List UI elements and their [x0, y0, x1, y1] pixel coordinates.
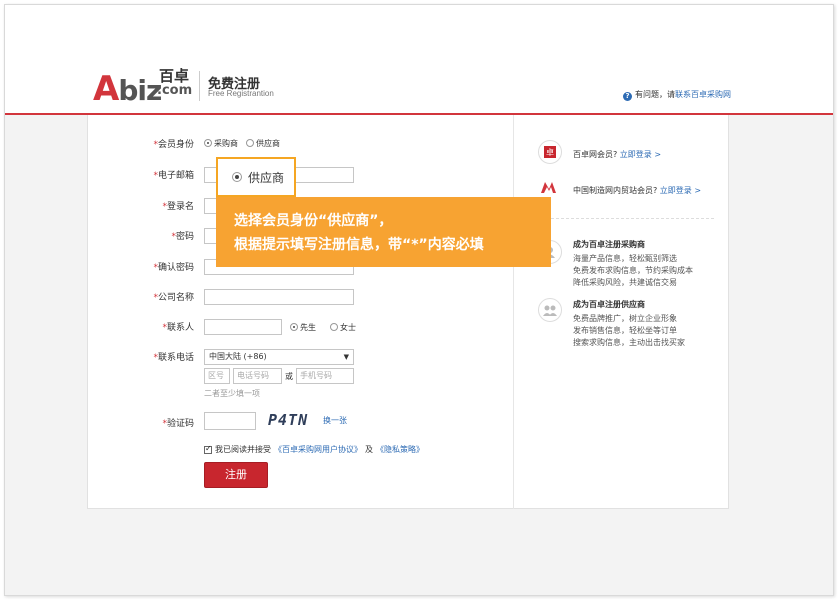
buyer-line: 海量产品信息，轻松甄别筛选: [573, 254, 677, 263]
sidebar-separator: [536, 218, 714, 219]
made-in-china-icon: [538, 175, 562, 199]
supplier-line: 免费品牌推广，树立企业形象: [573, 314, 677, 323]
mic-member-text: 中国制造网内贸站会员?: [573, 186, 658, 195]
phone-number-field[interactable]: 电话号码: [233, 368, 282, 384]
radio-mr[interactable]: 先生: [290, 322, 316, 333]
contact-link[interactable]: 联系百卓采购网: [675, 90, 731, 99]
company-label: *公司名称: [124, 290, 194, 303]
buyer-line: 免费发布求购信息，节约采购成本: [573, 266, 693, 275]
help-contact: ? 有问题，请联系百卓采购网: [623, 89, 731, 101]
radio-icon: [232, 172, 242, 182]
radio-ms-label: 女士: [340, 323, 356, 332]
login-label: *登录名: [124, 199, 194, 212]
company-field[interactable]: [204, 289, 354, 305]
phone-hint: 二者至少填一项: [204, 389, 260, 398]
email-label: *电子邮箱: [124, 168, 194, 181]
email-label-text: 电子邮箱: [157, 171, 194, 181]
privacy-policy-link[interactable]: 《隐私策略》: [376, 444, 424, 455]
captcha-field[interactable]: [204, 412, 256, 430]
area-code-field[interactable]: 区号: [204, 368, 230, 384]
sidebar-divider: [513, 115, 514, 509]
contact-label: *联系人: [124, 320, 194, 333]
abiz-login-link[interactable]: 立即登录 >: [620, 150, 661, 159]
confirm-password-label: *确认密码: [124, 260, 194, 273]
supplier-callout: 供应商: [216, 157, 296, 197]
radio-icon: [204, 139, 212, 147]
question-icon: ?: [623, 92, 632, 101]
member-type-text: 会员身份: [157, 140, 194, 150]
logo-letter-a: A: [93, 69, 119, 109]
password-label-text: 密码: [175, 232, 194, 242]
callout-line2: 根据提示填写注册信息，带“*”内容必填: [234, 237, 484, 253]
phone-label: *联系电话: [124, 350, 194, 363]
radio-supplier[interactable]: 供应商: [246, 138, 280, 149]
radio-icon: [330, 323, 338, 331]
radio-buyer[interactable]: 采购商: [204, 138, 238, 149]
agree-prefix: 我已阅读并接受: [215, 445, 271, 454]
radio-mr-label: 先生: [300, 323, 316, 332]
agree-mid: 及: [365, 445, 373, 454]
header: Abiz 百卓 .com 免费注册 Free Registrantion ? 有问…: [5, 5, 833, 115]
supplier-callout-inner: 供应商: [218, 159, 294, 195]
registration-panel: *会员身份 采购商 供应商 *电子邮箱 *登录名 *密码 *确认密码 *公司名称…: [87, 115, 729, 509]
member-type-radios: 采购商 供应商: [204, 138, 280, 149]
logo-letters-biz: biz: [118, 74, 162, 107]
abiz-member-icon: 卓: [538, 140, 562, 164]
mobile-field[interactable]: 手机号码: [296, 368, 354, 384]
supplier-line: 搜索求购信息，主动出击找买家: [573, 338, 685, 347]
user-agreement-link[interactable]: 《百卓采购网用户协议》: [274, 444, 362, 455]
gender-radios: 先生 女士: [290, 322, 356, 333]
confirm-password-text: 确认密码: [157, 263, 194, 273]
radio-supplier-label: 供应商: [256, 139, 280, 148]
captcha-label-text: 验证码: [166, 419, 194, 429]
captcha-image[interactable]: P4TN: [268, 411, 308, 429]
member-type-label: *会员身份: [124, 137, 194, 150]
radio-ms[interactable]: 女士: [330, 322, 356, 333]
agree-checkbox[interactable]: [204, 444, 212, 454]
page-subtitle: Free Registrantion: [208, 89, 274, 98]
radio-buyer-label: 采购商: [214, 139, 238, 148]
login-label-text: 登录名: [166, 202, 194, 212]
callout-supplier-label: 供应商: [248, 170, 285, 185]
country-code-value: 中国大陆 (+86): [209, 352, 267, 361]
buyer-line: 降低采购风险，共建诚信交易: [573, 278, 677, 287]
company-label-text: 公司名称: [157, 293, 194, 303]
register-button[interactable]: 注册: [204, 462, 268, 488]
country-code-select[interactable]: 中国大陆 (+86) ▼: [204, 349, 354, 365]
agreement: 我已阅读并接受 《百卓采购网用户协议》 及 《隐私策略》: [204, 444, 424, 455]
help-prefix: 有问题，请: [635, 90, 675, 99]
captcha-label: *验证码: [124, 416, 194, 429]
supplier-title: 成为百卓注册供应商: [573, 300, 645, 309]
radio-icon: [246, 139, 254, 147]
phone-label-text: 联系电话: [157, 353, 194, 363]
mic-member-login: 中国制造网内贸站会员? 立即登录 >: [573, 185, 701, 196]
abiz-member-login: 百卓网会员? 立即登录 >: [573, 149, 661, 160]
contact-name-field[interactable]: [204, 319, 282, 335]
svg-text:卓: 卓: [546, 147, 554, 157]
screenshot-frame: Abiz 百卓 .com 免费注册 Free Registrantion ? 有问…: [4, 4, 834, 596]
instruction-callout: 选择会员身份“供应商”， 根据提示填写注册信息，带“*”内容必填: [216, 197, 551, 267]
callout-line1: 选择会员身份“供应商”，: [234, 213, 393, 229]
dropdown-caret-icon: ▼: [343, 353, 349, 361]
password-label: *密码: [124, 229, 194, 242]
logo-wordmark: Abiz: [93, 69, 162, 109]
captcha-refresh-link[interactable]: 换一张: [323, 415, 347, 426]
logo-com: .com: [157, 83, 193, 98]
abiz-logo[interactable]: Abiz 百卓 .com: [87, 63, 193, 109]
header-divider: [199, 71, 200, 101]
or-text: 或: [285, 372, 293, 381]
buyer-title: 成为百卓注册采购商: [573, 240, 645, 249]
contact-label-text: 联系人: [166, 323, 194, 333]
radio-icon: [290, 323, 298, 331]
supplier-icon: [538, 298, 562, 322]
supplier-line: 发布销售信息，轻松坐等订单: [573, 326, 677, 335]
mic-login-link[interactable]: 立即登录 >: [660, 186, 701, 195]
abiz-member-text: 百卓网会员?: [573, 150, 618, 159]
